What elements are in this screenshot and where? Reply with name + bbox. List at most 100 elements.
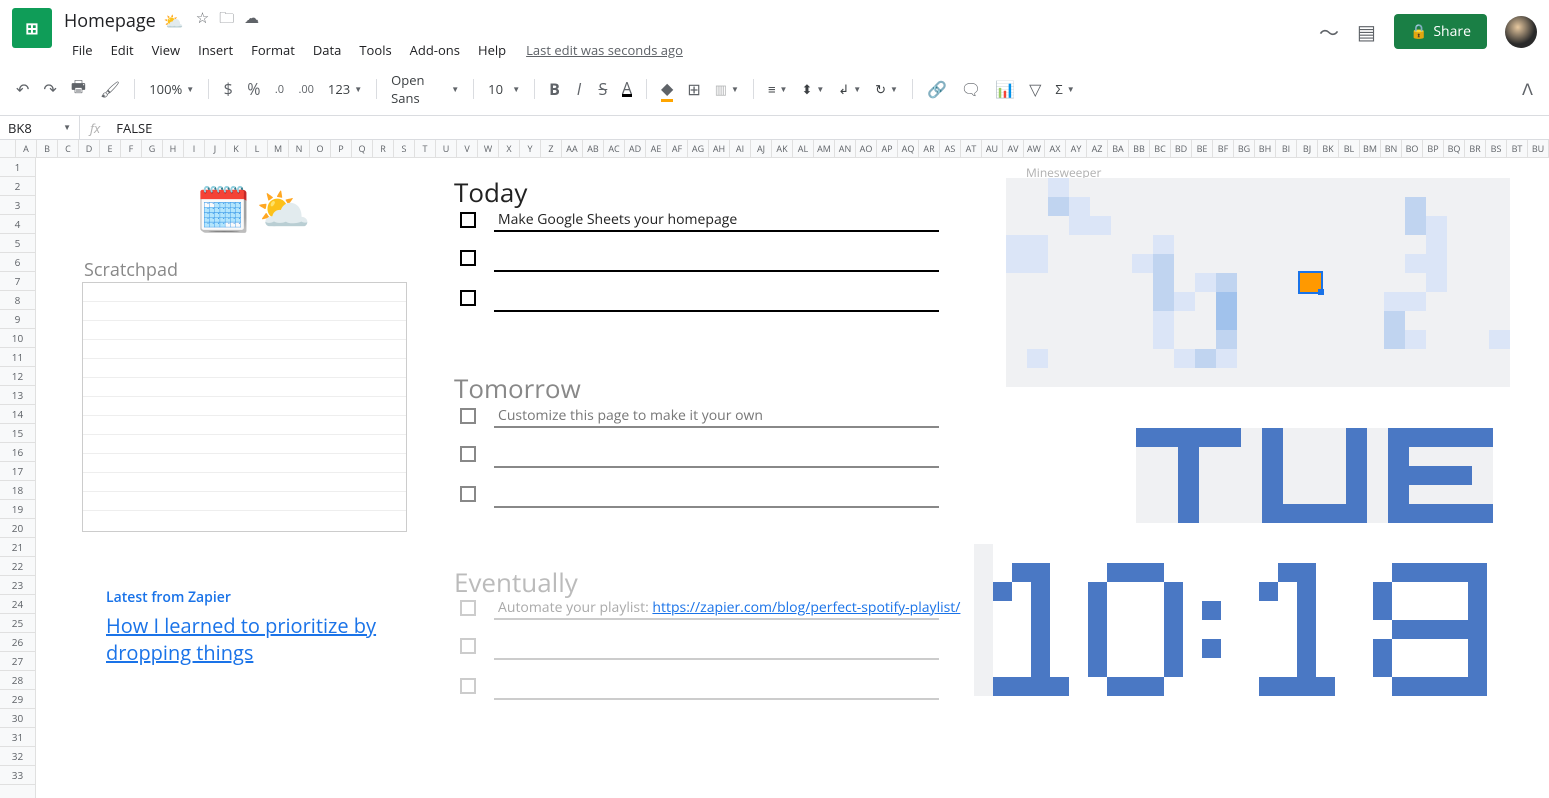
menu-format[interactable]: Format: [243, 37, 303, 63]
print-button[interactable]: 🖶: [65, 71, 92, 107]
checkbox-icon[interactable]: [460, 446, 476, 462]
col-header[interactable]: O: [310, 140, 331, 157]
col-header[interactable]: BL: [1339, 140, 1360, 157]
col-header[interactable]: AS: [940, 140, 961, 157]
row-header[interactable]: 2: [0, 177, 35, 196]
col-header[interactable]: R: [373, 140, 394, 157]
task-link[interactable]: https://zapier.com/blog/perfect-spotify-…: [652, 598, 960, 617]
col-header[interactable]: AO: [856, 140, 877, 157]
row-header[interactable]: 26: [0, 633, 35, 652]
col-header[interactable]: F: [121, 140, 142, 157]
row-header[interactable]: 19: [0, 500, 35, 519]
col-header[interactable]: AB: [583, 140, 604, 157]
col-header[interactable]: AI: [730, 140, 751, 157]
row-header[interactable]: 33: [0, 766, 35, 785]
col-header[interactable]: AX: [1045, 140, 1066, 157]
number-format-select[interactable]: 123 ▼: [322, 78, 368, 100]
filter-button[interactable]: ▽: [1023, 74, 1047, 104]
row-header[interactable]: 24: [0, 595, 35, 614]
col-header[interactable]: J: [205, 140, 226, 157]
row-header[interactable]: 30: [0, 709, 35, 728]
col-header[interactable]: P: [331, 140, 352, 157]
select-all-corner[interactable]: [0, 140, 16, 157]
row-header[interactable]: 25: [0, 614, 35, 633]
col-header[interactable]: AZ: [1087, 140, 1108, 157]
col-header[interactable]: AN: [835, 140, 856, 157]
percent-button[interactable]: %: [241, 74, 266, 104]
selection-handle[interactable]: [1318, 289, 1324, 295]
account-avatar[interactable]: [1505, 16, 1537, 48]
col-header[interactable]: BS: [1486, 140, 1507, 157]
menu-view[interactable]: View: [144, 37, 188, 63]
bold-button[interactable]: B: [543, 74, 566, 104]
merge-button[interactable]: ▥ ▼: [709, 78, 745, 100]
col-header[interactable]: AA: [562, 140, 583, 157]
row-header[interactable]: 22: [0, 557, 35, 576]
col-header[interactable]: AL: [793, 140, 814, 157]
sheet-canvas[interactable]: 🗓️ ⛅ Scratchpad Today Make Google Sheets…: [36, 158, 1549, 798]
currency-button[interactable]: $: [217, 74, 239, 104]
share-button[interactable]: 🔒 Share: [1394, 14, 1487, 49]
task-text[interactable]: Make Google Sheets your homepage: [498, 210, 737, 229]
row-header[interactable]: 16: [0, 443, 35, 462]
col-header[interactable]: N: [289, 140, 310, 157]
col-header[interactable]: Y: [520, 140, 541, 157]
menu-help[interactable]: Help: [470, 37, 514, 63]
decrease-decimal-button[interactable]: .0: [268, 78, 290, 101]
col-header[interactable]: B: [37, 140, 58, 157]
formula-input[interactable]: FALSE: [110, 117, 158, 139]
col-header[interactable]: A: [16, 140, 37, 157]
col-header[interactable]: BT: [1507, 140, 1528, 157]
col-header[interactable]: AH: [709, 140, 730, 157]
menu-edit[interactable]: Edit: [103, 37, 142, 63]
undo-button[interactable]: ↶: [10, 74, 35, 104]
col-header[interactable]: BB: [1129, 140, 1150, 157]
italic-button[interactable]: I: [568, 74, 590, 104]
checkbox-icon[interactable]: [460, 638, 476, 654]
col-header[interactable]: Q: [352, 140, 373, 157]
sheets-logo[interactable]: ⊞: [12, 8, 52, 48]
row-header[interactable]: 11: [0, 348, 35, 367]
wrap-button[interactable]: ↲ ▼: [832, 78, 867, 100]
col-header[interactable]: K: [226, 140, 247, 157]
minesweeper-grid[interactable]: [1006, 178, 1510, 387]
scratchpad-area[interactable]: [82, 282, 407, 532]
checkbox-icon[interactable]: [460, 600, 476, 616]
col-header[interactable]: BG: [1234, 140, 1255, 157]
font-size-select[interactable]: 10 ▼: [482, 78, 526, 100]
col-header[interactable]: BF: [1213, 140, 1234, 157]
row-header[interactable]: 28: [0, 671, 35, 690]
col-header[interactable]: AV: [1003, 140, 1024, 157]
col-header[interactable]: AP: [877, 140, 898, 157]
col-header[interactable]: I: [184, 140, 205, 157]
col-header[interactable]: BR: [1465, 140, 1486, 157]
row-header[interactable]: 18: [0, 481, 35, 500]
col-header[interactable]: AM: [814, 140, 835, 157]
comments-icon[interactable]: ▤: [1357, 18, 1376, 45]
col-header[interactable]: H: [163, 140, 184, 157]
row-header[interactable]: 10: [0, 329, 35, 348]
row-header[interactable]: 3: [0, 196, 35, 215]
task-text[interactable]: Customize this page to make it your own: [498, 406, 763, 425]
row-header[interactable]: 29: [0, 690, 35, 709]
menu-file[interactable]: File: [64, 37, 101, 63]
functions-button[interactable]: Σ ▼: [1049, 78, 1080, 100]
zoom-select[interactable]: 100% ▼: [143, 78, 200, 100]
col-header[interactable]: BK: [1318, 140, 1339, 157]
col-header[interactable]: AE: [646, 140, 667, 157]
increase-decimal-button[interactable]: .00: [292, 78, 319, 101]
row-header[interactable]: 8: [0, 291, 35, 310]
col-header[interactable]: W: [478, 140, 499, 157]
col-header[interactable]: AY: [1066, 140, 1087, 157]
move-icon[interactable]: 🗀: [219, 8, 234, 33]
col-header[interactable]: BC: [1150, 140, 1171, 157]
col-header[interactable]: S: [394, 140, 415, 157]
checkbox-icon[interactable]: [460, 290, 476, 306]
col-header[interactable]: BI: [1276, 140, 1297, 157]
col-header[interactable]: BE: [1192, 140, 1213, 157]
task-text[interactable]: Automate your playlist: https://zapier.c…: [498, 598, 960, 617]
col-header[interactable]: G: [142, 140, 163, 157]
col-header[interactable]: C: [58, 140, 79, 157]
cloud-icon[interactable]: ☁: [244, 8, 259, 33]
row-header[interactable]: 5: [0, 234, 35, 253]
